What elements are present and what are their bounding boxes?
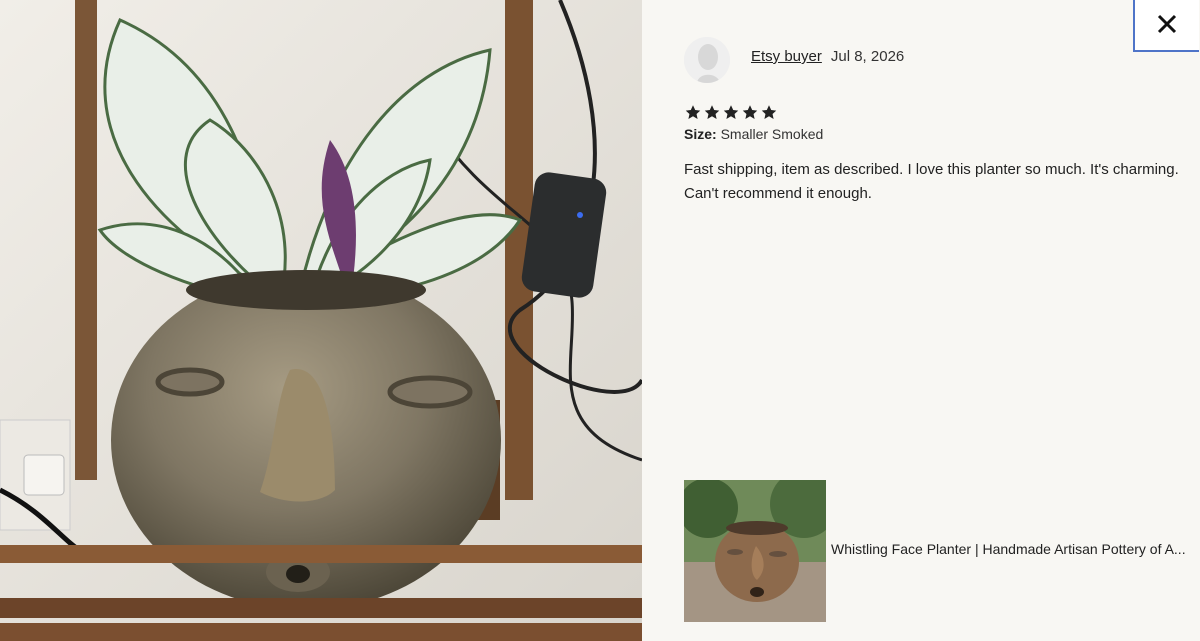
close-button[interactable] — [1133, 0, 1199, 52]
star-icon — [723, 105, 739, 119]
star-icon — [685, 105, 701, 119]
product-title-link[interactable]: Whistling Face Planter | Handmade Artisa… — [831, 541, 1189, 557]
star-rating — [684, 104, 778, 121]
close-icon — [1157, 14, 1177, 34]
reviewer-name-link[interactable]: Etsy buyer — [751, 48, 822, 65]
review-date: Jul 8, 2026 — [830, 48, 905, 65]
review-photo — [0, 0, 642, 641]
star-icon — [704, 105, 720, 119]
avatar-icon — [684, 37, 730, 83]
star-icon — [742, 105, 758, 119]
review-panel: Etsy buyer Jul 8, 2026 Size: Smaller Smo… — [642, 0, 1200, 641]
star-icon — [761, 105, 777, 119]
product-thumbnail[interactable] — [684, 480, 826, 622]
product-image — [684, 480, 826, 622]
size-info: Size: Smaller Smoked — [684, 126, 823, 142]
avatar — [684, 37, 730, 83]
size-label: Size: — [684, 126, 717, 142]
size-value: Smaller Smoked — [720, 126, 824, 142]
review-text: Fast shipping, item as described. I love… — [684, 161, 1179, 202]
reviewer-meta: Etsy buyer Jul 8, 2026 — [751, 48, 904, 65]
